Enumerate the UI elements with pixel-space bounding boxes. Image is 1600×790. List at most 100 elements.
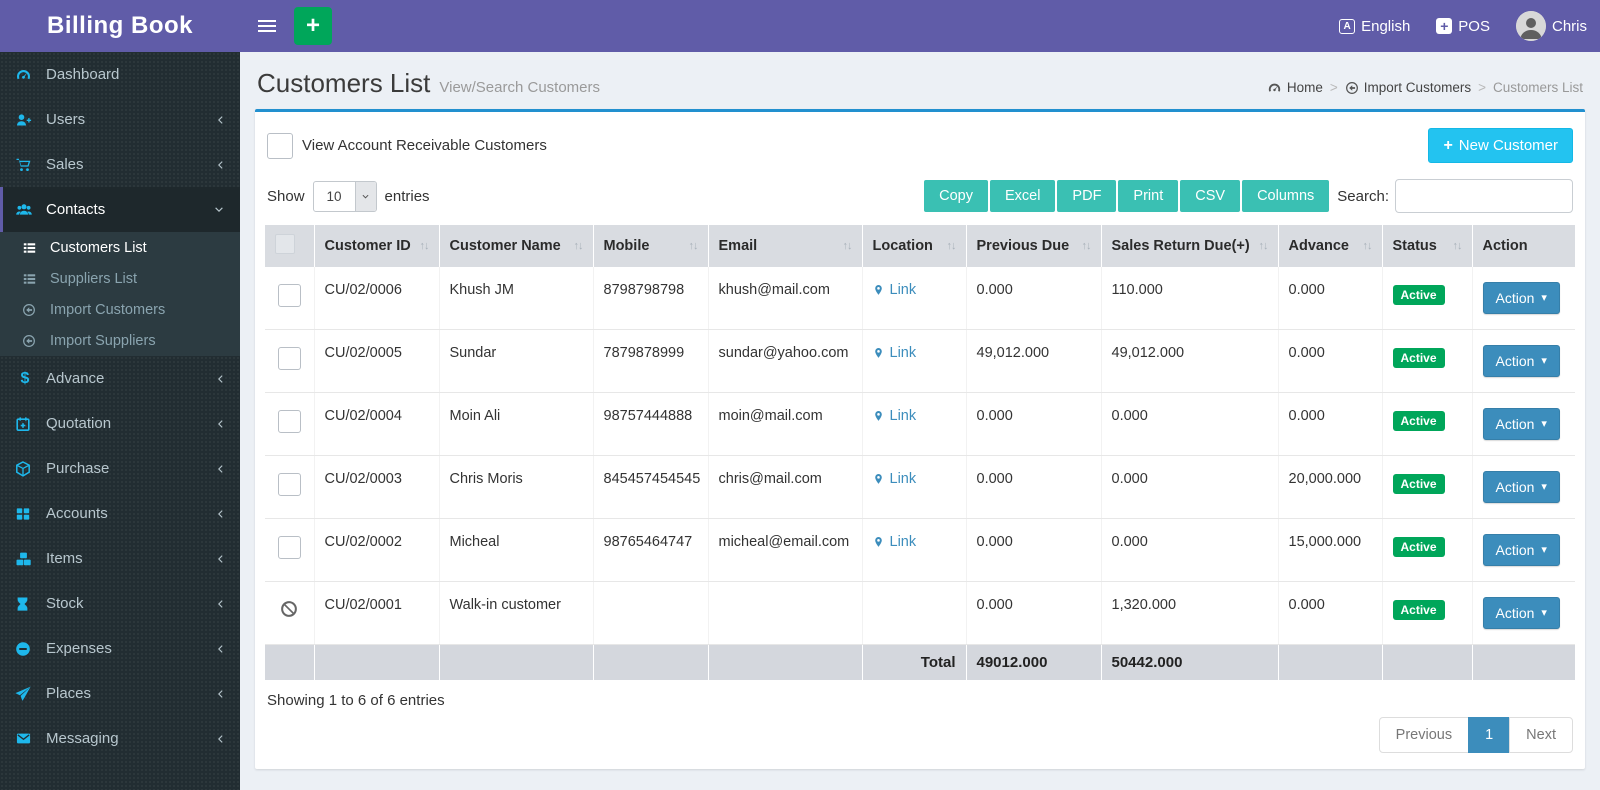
location-link[interactable]: Link	[873, 534, 917, 550]
sort-icon[interactable]: ↑↓	[1453, 240, 1462, 252]
pdf-button[interactable]: PDF	[1057, 180, 1116, 212]
sort-icon[interactable]: ↑↓	[689, 240, 698, 252]
sidebar-item-places[interactable]: Places	[0, 671, 240, 716]
row-checkbox[interactable]	[278, 410, 301, 433]
pagination-next[interactable]: Next	[1509, 717, 1573, 753]
col-mobile[interactable]: Mobile↑↓	[593, 225, 708, 267]
col-previous-due[interactable]: Previous Due↑↓	[966, 225, 1101, 267]
action-button[interactable]: Action▾	[1483, 408, 1560, 440]
columns-button[interactable]: Columns	[1242, 180, 1329, 212]
customers-table: Customer ID↑↓ Customer Name↑↓ Mobile↑↓ E…	[265, 225, 1575, 680]
col-location[interactable]: Location↑↓	[862, 225, 966, 267]
caret-down-icon: ▾	[1541, 356, 1547, 367]
pos-button[interactable]: + POS	[1423, 0, 1503, 52]
app-logo[interactable]: Billing Book	[0, 0, 240, 52]
row-checkbox[interactable]	[278, 536, 301, 559]
action-button[interactable]: Action▾	[1483, 282, 1560, 314]
table-row: CU/02/0006 Khush JM 8798798798 khush@mai…	[265, 267, 1575, 330]
language-menu[interactable]: A English	[1326, 0, 1423, 52]
sort-icon[interactable]: ↑↓	[1082, 240, 1091, 252]
sidebar-item-purchase[interactable]: Purchase	[0, 446, 240, 491]
minus-circle-icon	[15, 641, 35, 657]
col-customer-id[interactable]: Customer ID↑↓	[314, 225, 439, 267]
action-label: Action	[1496, 353, 1535, 369]
sort-icon[interactable]: ↑↓	[1363, 240, 1372, 252]
language-label: English	[1361, 18, 1410, 35]
table-header-row: Customer ID↑↓ Customer Name↑↓ Mobile↑↓ E…	[265, 225, 1575, 267]
col-email[interactable]: Email↑↓	[708, 225, 862, 267]
location-label: Link	[890, 534, 917, 550]
submenu-item-import-suppliers[interactable]: Import Suppliers	[0, 325, 240, 356]
top-navbar: Billing Book + A English + POS Chris	[0, 0, 1600, 52]
submenu-item-customers-list[interactable]: Customers List	[0, 232, 240, 263]
location-label: Link	[890, 408, 917, 424]
submenu-item-import-customers[interactable]: Import Customers	[0, 294, 240, 325]
sidebar-toggle-button[interactable]	[240, 0, 294, 52]
submenu-item-suppliers-list[interactable]: Suppliers List	[0, 263, 240, 294]
pagination-page-1[interactable]: 1	[1468, 717, 1510, 753]
receivable-checkbox[interactable]	[267, 133, 293, 159]
action-label: Action	[1496, 479, 1535, 495]
copy-button[interactable]: Copy	[924, 180, 988, 212]
quick-add-button[interactable]: +	[294, 7, 332, 45]
column-label: Action	[1483, 238, 1528, 254]
row-checkbox[interactable]	[278, 284, 301, 307]
col-advance[interactable]: Advance↑↓	[1278, 225, 1382, 267]
col-sales-return-due[interactable]: Sales Return Due(+)↑↓	[1101, 225, 1278, 267]
sort-icon[interactable]: ↑↓	[843, 240, 852, 252]
sidebar-item-label: Contacts	[46, 201, 105, 218]
sidebar-item-stock[interactable]: Stock	[0, 581, 240, 626]
sidebar-item-label: Messaging	[46, 730, 119, 747]
customer-name: Micheal	[450, 534, 500, 550]
import-circle-icon	[22, 303, 40, 317]
action-button[interactable]: Action ▾	[1483, 345, 1560, 377]
sidebar-item-label: Purchase	[46, 460, 109, 477]
excel-button[interactable]: Excel	[990, 180, 1055, 212]
previous-due: 49,012.000	[977, 345, 1050, 361]
table-row: CU/02/0004 Moin Ali 98757444888 moin@mai…	[265, 393, 1575, 456]
sort-icon[interactable]: ↑↓	[1259, 240, 1268, 252]
search-input[interactable]	[1395, 179, 1573, 213]
customer-name: Khush JM	[450, 282, 514, 298]
sidebar-item-advance[interactable]: $ Advance	[0, 356, 240, 401]
row-checkbox[interactable]	[278, 347, 301, 370]
location-link[interactable]: Link	[873, 282, 917, 298]
location-link[interactable]: Link	[873, 345, 917, 361]
row-checkbox[interactable]	[278, 473, 301, 496]
sidebar-item-accounts[interactable]: Accounts	[0, 491, 240, 536]
select-all-checkbox[interactable]	[275, 234, 295, 254]
breadcrumb-home[interactable]: Home	[1267, 80, 1323, 95]
sidebar-item-sales[interactable]: Sales	[0, 142, 240, 187]
caret-down-icon: ▾	[1541, 608, 1547, 619]
sidebar: Dashboard Users Sales Contacts Customers…	[0, 52, 240, 790]
sidebar-item-expenses[interactable]: Expenses	[0, 626, 240, 671]
action-button[interactable]: Action▾	[1483, 534, 1560, 566]
content-area: Customers List View/Search Customers Hom…	[240, 52, 1600, 790]
sort-icon[interactable]: ↑↓	[574, 240, 583, 252]
sidebar-item-dashboard[interactable]: Dashboard	[0, 52, 240, 97]
csv-button[interactable]: CSV	[1180, 180, 1240, 212]
page-size-select[interactable]: 10	[313, 181, 377, 212]
import-circle-icon	[22, 334, 40, 348]
action-button[interactable]: Action▾	[1483, 597, 1560, 629]
map-pin-icon	[873, 346, 884, 360]
sidebar-item-messaging[interactable]: Messaging	[0, 716, 240, 761]
location-link[interactable]: Link	[873, 408, 917, 424]
col-status[interactable]: Status↑↓	[1382, 225, 1472, 267]
sort-icon[interactable]: ↑↓	[947, 240, 956, 252]
sidebar-item-contacts[interactable]: Contacts	[0, 187, 240, 232]
sidebar-item-items[interactable]: Items	[0, 536, 240, 581]
mobile: 845457454545	[604, 471, 701, 487]
user-menu[interactable]: Chris	[1503, 0, 1600, 52]
sort-icon[interactable]: ↑↓	[420, 240, 429, 252]
pagination-previous[interactable]: Previous	[1379, 717, 1469, 753]
action-button[interactable]: Action▾	[1483, 471, 1560, 503]
location-link[interactable]: Link	[873, 471, 917, 487]
new-customer-button[interactable]: + New Customer	[1428, 128, 1573, 163]
sidebar-item-quotation[interactable]: Quotation	[0, 401, 240, 446]
sidebar-item-users[interactable]: Users	[0, 97, 240, 142]
breadcrumb-import-customers[interactable]: Import Customers	[1345, 80, 1471, 95]
breadcrumb: Home > Import Customers > Customers List	[1267, 80, 1583, 99]
print-button[interactable]: Print	[1118, 180, 1178, 212]
col-customer-name[interactable]: Customer Name↑↓	[439, 225, 593, 267]
